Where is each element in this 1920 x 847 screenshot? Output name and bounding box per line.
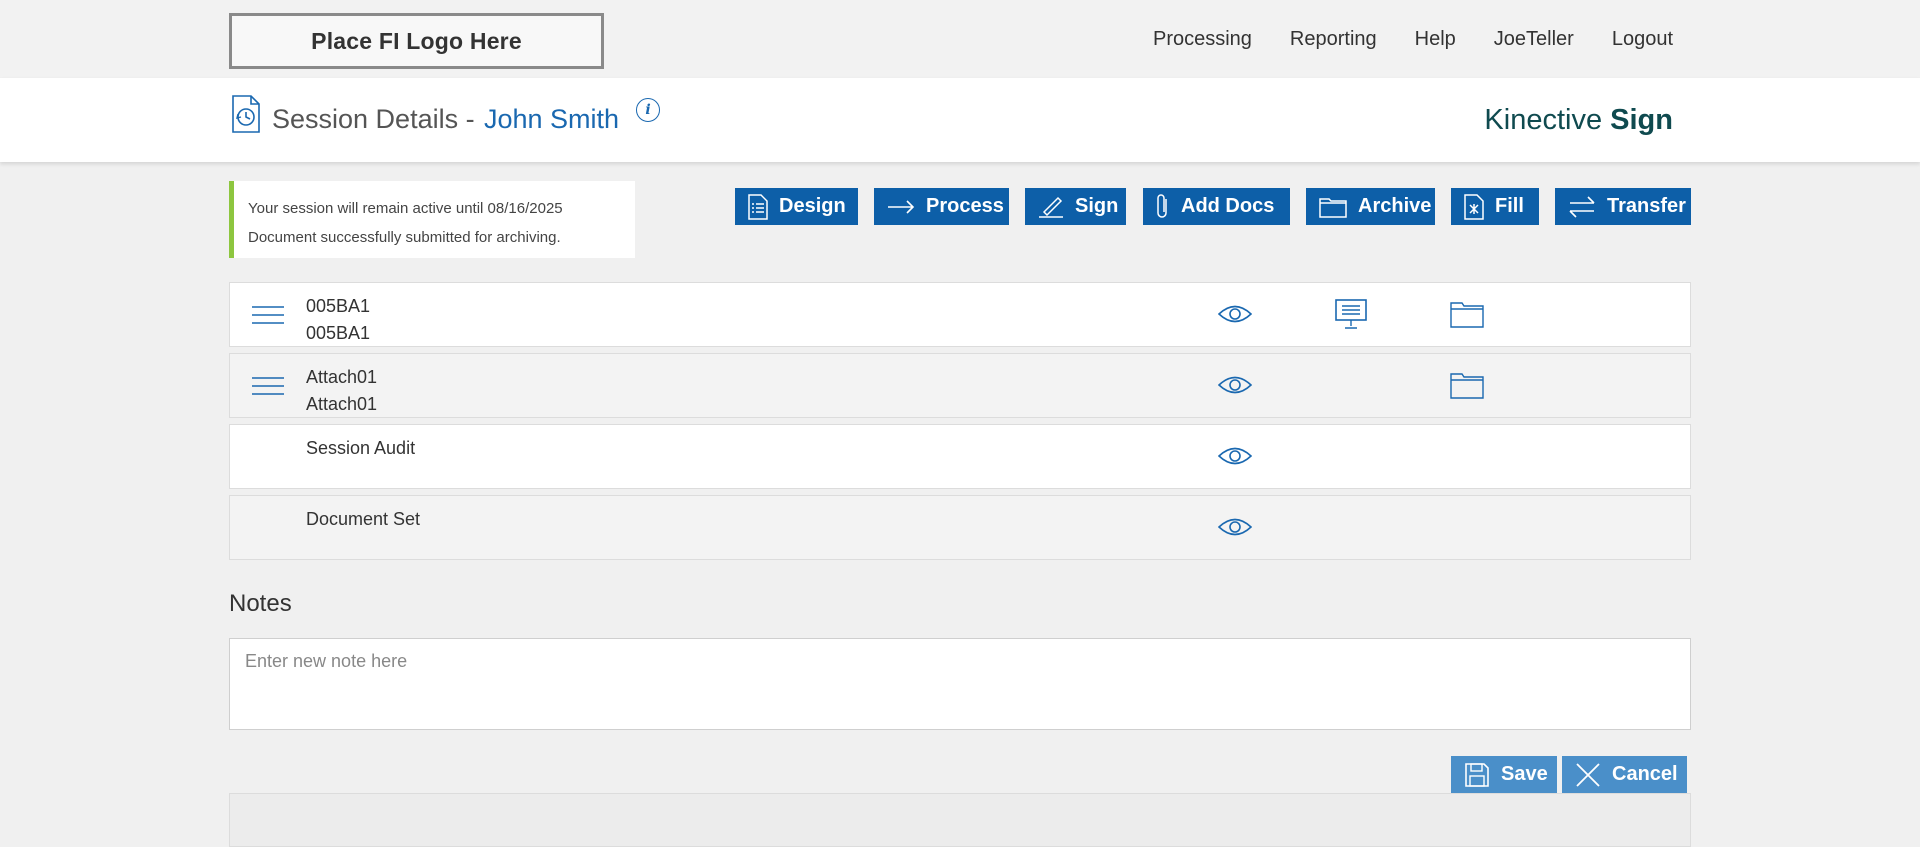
transfer-button[interactable]: Transfer (1555, 188, 1691, 225)
cancel-button[interactable]: Cancel (1562, 756, 1687, 793)
design-icon (748, 193, 768, 220)
folder-icon (1319, 197, 1347, 218)
design-button[interactable]: Design (735, 188, 858, 225)
eye-icon[interactable] (1218, 303, 1252, 325)
document-name: Session Audit (306, 438, 416, 458)
save-button[interactable]: Save (1451, 756, 1557, 793)
notes-list-panel (229, 793, 1691, 847)
paperclip-icon (1157, 193, 1167, 218)
fill-button[interactable]: Fill (1451, 188, 1539, 225)
document-row[interactable]: Document Set (229, 495, 1691, 560)
notes-heading: Notes (229, 590, 292, 617)
close-icon (1576, 762, 1600, 787)
eye-icon[interactable] (1218, 516, 1252, 538)
nav-user-menu[interactable]: JoeTeller (1494, 28, 1574, 51)
pen-icon (1039, 196, 1063, 218)
document-row[interactable]: 005BA1 005BA1 (229, 282, 1691, 347)
customer-name: John Smith (484, 104, 620, 134)
nav-help[interactable]: Help (1415, 28, 1456, 51)
nav-processing[interactable]: Processing (1153, 28, 1252, 51)
page-header: Session Details - John Smith i Kinective… (0, 78, 1920, 162)
eye-icon[interactable] (1218, 445, 1252, 467)
nav-links: Processing Reporting Help JoeTeller Logo… (1153, 28, 1673, 51)
session-history-icon (232, 95, 260, 133)
transfer-icon (1569, 195, 1595, 218)
info-icon[interactable]: i (636, 98, 660, 122)
document-name: Attach01 Attach01 (306, 367, 378, 414)
document-name: Document Set (306, 509, 421, 529)
brand-logo: Kinective Sign (1484, 104, 1673, 136)
eye-icon[interactable] (1218, 374, 1252, 396)
document-row[interactable]: Attach01 Attach01 (229, 353, 1691, 418)
archive-button[interactable]: Archive (1306, 188, 1435, 225)
document-name: 005BA1 005BA1 (306, 296, 371, 343)
status-message: Your session will remain active until 08… (229, 181, 635, 258)
fi-logo-placeholder: Place FI Logo Here (229, 13, 604, 69)
sign-button[interactable]: Sign (1025, 188, 1126, 225)
arrow-right-icon (888, 199, 915, 214)
folder-icon[interactable] (1450, 371, 1484, 399)
drag-handle-icon[interactable] (252, 305, 284, 325)
save-icon (1465, 762, 1489, 787)
archive-success-text: Document successfully submitted for arch… (248, 229, 561, 246)
nav-reporting[interactable]: Reporting (1290, 28, 1377, 51)
drag-handle-icon[interactable] (252, 376, 284, 396)
top-nav: Place FI Logo Here Processing Reporting … (0, 0, 1920, 78)
monitor-icon[interactable] (1334, 298, 1368, 330)
document-row[interactable]: Session Audit (229, 424, 1691, 489)
session-expiry-text: Your session will remain active until 08… (248, 200, 563, 217)
nav-logout[interactable]: Logout (1612, 28, 1673, 51)
process-button[interactable]: Process (874, 188, 1009, 225)
form-fill-icon (1464, 193, 1484, 220)
page-title: Session Details - (272, 104, 475, 134)
add-docs-button[interactable]: Add Docs (1143, 188, 1290, 225)
note-input[interactable] (229, 638, 1691, 730)
folder-icon[interactable] (1450, 300, 1484, 328)
